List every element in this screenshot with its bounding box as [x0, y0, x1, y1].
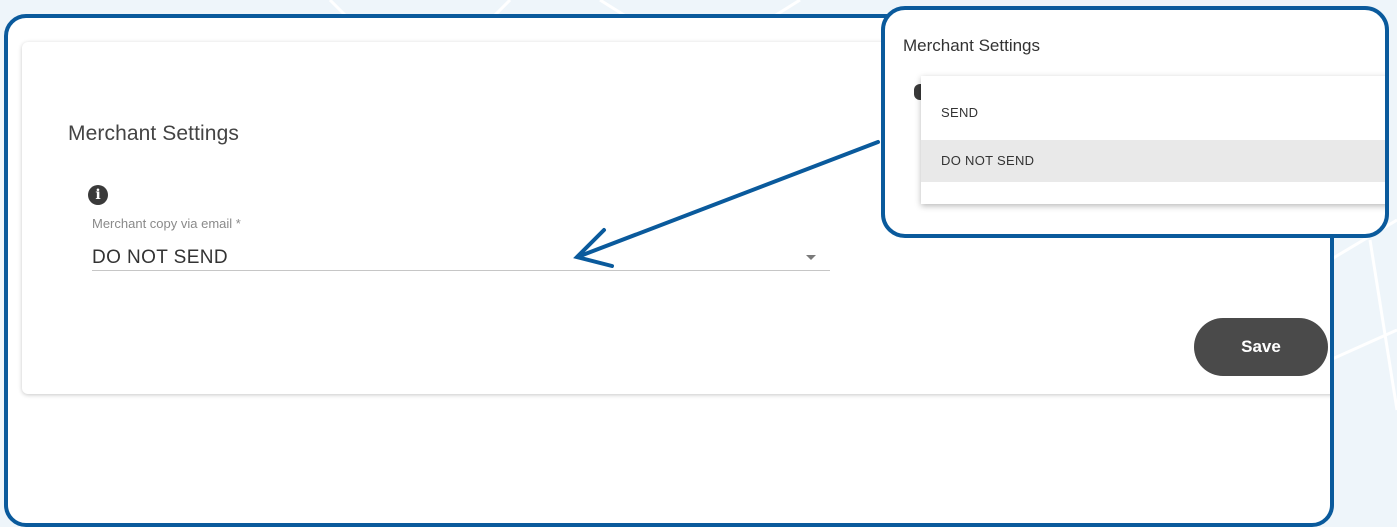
zoomed-dropdown-callout: Merchant Settings SEND DO NOT SEND: [881, 6, 1389, 238]
save-button[interactable]: Save: [1194, 318, 1328, 376]
field-value: DO NOT SEND: [92, 247, 229, 268]
dropdown-option-do-not-send[interactable]: DO NOT SEND: [921, 140, 1385, 182]
dropdown-menu: SEND DO NOT SEND: [921, 76, 1385, 204]
caret-down-icon[interactable]: [806, 255, 816, 260]
zoom-section-title: Merchant Settings: [903, 36, 1041, 55]
info-icon[interactable]: i: [88, 185, 108, 205]
section-title: Merchant Settings: [68, 122, 239, 145]
merchant-copy-email-select[interactable]: Merchant copy via email * DO NOT SEND: [92, 216, 830, 271]
field-label: Merchant copy via email *: [92, 216, 241, 231]
dropdown-option-send[interactable]: SEND: [921, 92, 1385, 134]
